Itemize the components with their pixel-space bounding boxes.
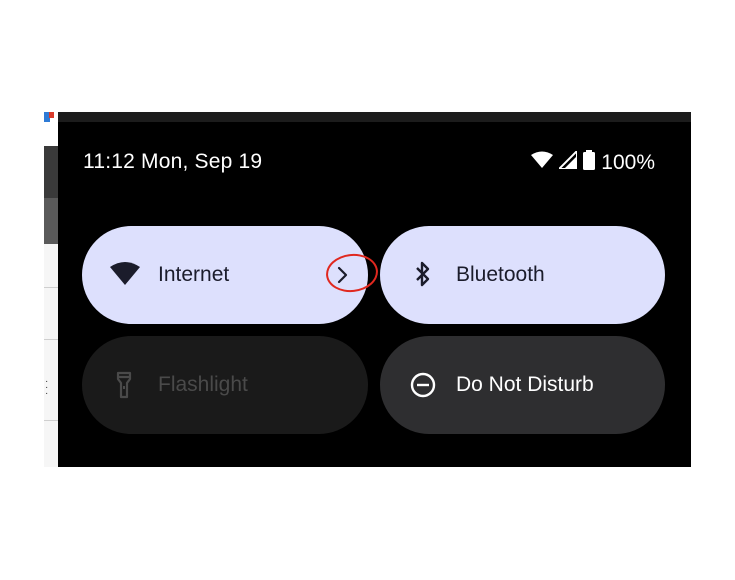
tile-bluetooth[interactable]: Bluetooth (380, 226, 665, 324)
cell-signal-icon (556, 148, 579, 175)
bluetooth-icon (407, 261, 439, 289)
tile-do-not-disturb[interactable]: Do Not Disturb (380, 336, 665, 434)
more-vert-icon: · · · (45, 376, 49, 399)
background-app-edge: · · · (44, 112, 58, 467)
status-icons: 100% (531, 148, 655, 176)
tile-bluetooth-label: Bluetooth (456, 263, 545, 286)
flashlight-icon (109, 371, 141, 399)
wifi-icon (109, 261, 141, 289)
do-not-disturb-icon (407, 371, 439, 399)
quick-settings-shade: 11:12 Mon, Sep 19 100% Internet Bluetoot… (58, 112, 691, 467)
status-time-date: 11:12 Mon, Sep 19 (83, 150, 263, 173)
screenshot-page: · · · 11:12 Mon, Sep 19 100% Internet Bl… (0, 0, 735, 580)
battery-percent: 100% (601, 151, 655, 174)
battery-icon (583, 150, 596, 176)
tile-internet-label: Internet (158, 263, 230, 286)
tile-do-not-disturb-label: Do Not Disturb (456, 373, 594, 396)
tile-internet[interactable]: Internet (82, 226, 380, 324)
tile-flashlight-label: Flashlight (158, 373, 248, 396)
tile-flashlight[interactable]: Flashlight (82, 336, 368, 434)
wifi-icon (531, 151, 554, 175)
